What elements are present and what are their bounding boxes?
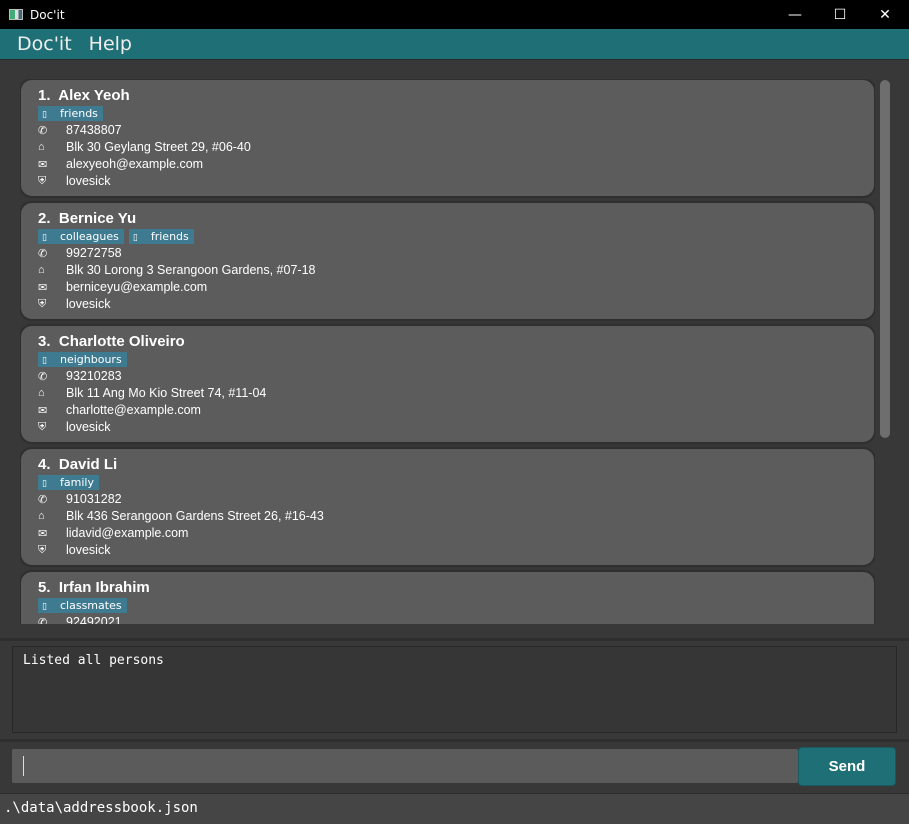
email-icon: ✉: [38, 404, 48, 417]
tag-icon: ▯: [42, 356, 47, 366]
maximize-icon[interactable]: ☐: [817, 0, 863, 29]
tag-icon: ▯: [42, 479, 47, 489]
shield-icon: ⛨: [38, 420, 47, 433]
person-card[interactable]: 3. Charlotte Oliveiro ▯ neighbours ✆ 9321028…: [20, 325, 875, 443]
minimize-icon[interactable]: —: [772, 0, 818, 29]
shield-icon: ⛨: [38, 543, 47, 556]
tag: ▯ neighbours: [38, 352, 127, 367]
text-caret: [23, 756, 24, 776]
person-address: ⌂ Blk 30 Lorong 3 Serangoon Gardens, #07-…: [38, 263, 316, 277]
tag-icon: ▯: [42, 110, 47, 120]
phone-icon: ✆: [38, 616, 48, 625]
person-phone: ✆ 92492021: [38, 615, 122, 624]
home-icon: ⌂: [38, 141, 45, 153]
email-icon: ✉: [38, 527, 48, 540]
person-list: 1. Alex Yeoh ▯ friends ✆ 87438807 ⌂ Blk 30 Gey…: [0, 61, 909, 638]
divider: [0, 739, 909, 742]
tag: ▯ family: [38, 475, 99, 490]
home-icon: ⌂: [38, 387, 45, 399]
home-icon: ⌂: [38, 264, 45, 276]
email-icon: ✉: [38, 158, 48, 171]
result-text: Listed all persons: [23, 653, 164, 668]
menu-docit[interactable]: Doc'it: [17, 33, 72, 55]
person-condition: ⛨ lovesick: [38, 297, 111, 311]
person-address: ⌂ Blk 30 Geylang Street 29, #06-40: [38, 140, 251, 154]
person-card[interactable]: 1. Alex Yeoh ▯ friends ✆ 87438807 ⌂ Blk 30 Gey…: [20, 79, 875, 197]
tag: ▯ friends: [38, 106, 103, 121]
divider: [0, 638, 909, 641]
person-card[interactable]: 2. Bernice Yu ▯ colleagues ▯ friends ✆ 9927275…: [20, 202, 875, 320]
tag-list: ▯ family: [38, 475, 99, 490]
person-name: 4. David Li: [38, 456, 118, 473]
command-input[interactable]: [12, 749, 798, 783]
shield-icon: ⛨: [38, 174, 47, 187]
send-button[interactable]: Send: [798, 747, 896, 786]
person-email: ✉ alexyeoh@example.com: [38, 157, 204, 171]
tag-list: ▯ colleagues ▯ friends: [38, 229, 194, 244]
phone-icon: ✆: [38, 124, 48, 137]
tag-icon: ▯: [42, 233, 47, 243]
phone-icon: ✆: [38, 247, 48, 260]
tag-list: ▯ classmates: [38, 598, 127, 613]
person-name: 5. Irfan Ibrahim: [38, 579, 150, 596]
window-title: Doc'it: [30, 7, 65, 22]
tag-icon: ▯: [132, 233, 138, 243]
person-name: 1. Alex Yeoh: [38, 87, 130, 104]
person-address: ⌂ Blk 11 Ang Mo Kio Street 74, #11-04: [38, 386, 267, 400]
person-address: ⌂ Blk 436 Serangoon Gardens Street 26, #1…: [38, 509, 324, 523]
person-condition: ⛨ lovesick: [38, 420, 111, 434]
person-email: ✉ berniceyu@example.com: [38, 280, 208, 294]
close-icon[interactable]: ✕: [862, 0, 908, 29]
tag-list: ▯ neighbours: [38, 352, 127, 367]
email-icon: ✉: [38, 281, 48, 294]
tag: ▯ classmates: [38, 598, 127, 613]
menu-help[interactable]: Help: [89, 33, 132, 55]
home-icon: ⌂: [38, 510, 45, 522]
person-phone: ✆ 87438807: [38, 123, 122, 137]
person-phone: ✆ 93210283: [38, 369, 122, 383]
phone-icon: ✆: [38, 370, 48, 383]
result-display: Listed all persons: [12, 646, 897, 733]
person-card[interactable]: 4. David Li ▯ family ✆ 91031282 ⌂ Blk 436 Sera…: [20, 448, 875, 566]
tag-icon: ▯: [42, 602, 47, 612]
person-card[interactable]: 5. Irfan Ibrahim ▯ classmates ✆ 92492021: [20, 571, 875, 624]
person-name: 2. Bernice Yu: [38, 210, 137, 227]
person-email: ✉ lidavid@example.com: [38, 526, 189, 540]
menu-bar: Doc'it Help: [0, 29, 909, 60]
phone-icon: ✆: [38, 493, 48, 506]
app-icon: [9, 9, 23, 20]
tag-list: ▯ friends: [38, 106, 103, 121]
tag: ▯ friends: [128, 229, 194, 244]
person-name: 3. Charlotte Oliveiro: [38, 333, 185, 350]
shield-icon: ⛨: [38, 297, 47, 310]
person-phone: ✆ 91031282: [38, 492, 122, 506]
status-bar: .\data\addressbook.json: [0, 793, 909, 824]
person-phone: ✆ 99272758: [38, 246, 122, 260]
person-email: ✉ charlotte@example.com: [38, 403, 201, 417]
person-condition: ⛨ lovesick: [38, 174, 111, 188]
scrollbar[interactable]: [880, 80, 890, 438]
tag: ▯ colleagues: [38, 229, 124, 244]
title-bar: Doc'it — ☐ ✕: [0, 0, 909, 29]
file-path: .\data\addressbook.json: [4, 800, 198, 816]
person-condition: ⛨ lovesick: [38, 543, 111, 557]
